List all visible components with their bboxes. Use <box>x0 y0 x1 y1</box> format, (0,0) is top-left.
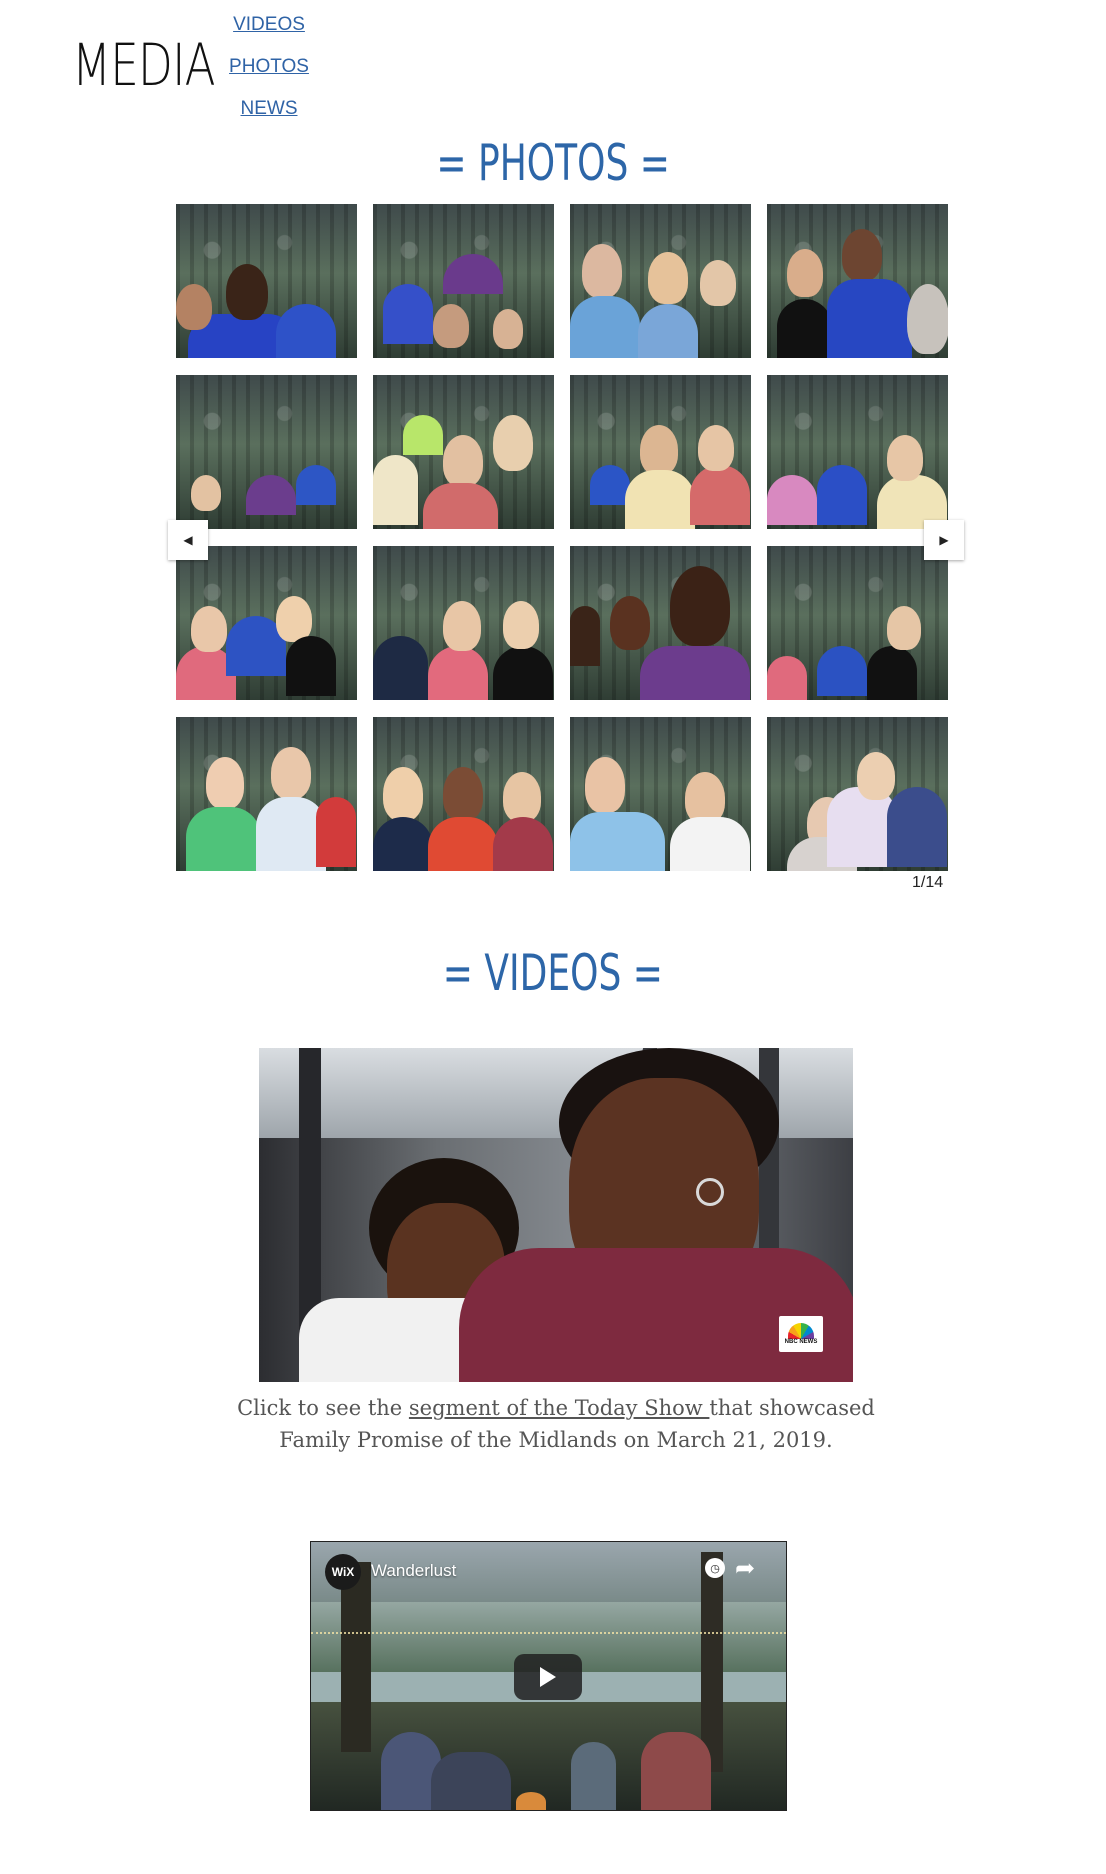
gallery-photo[interactable] <box>570 204 751 358</box>
gallery-prev-button[interactable]: ◀ <box>168 520 208 560</box>
gallery-photo[interactable] <box>570 375 751 529</box>
nav-link-videos[interactable]: VIDEOS <box>209 14 329 36</box>
photos-heading: = PHOTOS = <box>0 138 1106 188</box>
gallery-photo[interactable] <box>767 375 948 529</box>
gallery-photo[interactable] <box>176 717 357 871</box>
share-icon[interactable]: ➦ <box>735 1554 755 1583</box>
gallery-photo[interactable] <box>373 546 554 700</box>
nbc-news-badge: NBC NEWS <box>779 1316 823 1352</box>
video-title[interactable]: Wanderlust <box>371 1561 456 1581</box>
caret-right-icon: ▶ <box>939 533 949 547</box>
videos-heading-text: = VIDEOS = <box>442 944 664 1002</box>
photos-heading-text: = PHOTOS = <box>436 134 670 192</box>
gallery-photo[interactable] <box>570 717 751 871</box>
today-show-segment-link[interactable]: segment of the Today Show <box>409 1396 710 1420</box>
gallery-photo[interactable] <box>767 717 948 871</box>
gallery-photo[interactable] <box>176 375 357 529</box>
gallery-photo[interactable] <box>176 204 357 358</box>
gallery-photo[interactable] <box>570 546 751 700</box>
play-icon <box>540 1667 556 1687</box>
caret-left-icon: ◀ <box>183 533 193 547</box>
today-show-video-thumbnail[interactable]: NBC NEWS <box>259 1048 853 1382</box>
wix-logo-text: WiX <box>331 1565 355 1579</box>
clock-icon[interactable]: ◷ <box>705 1558 725 1578</box>
gallery-photo[interactable] <box>373 204 554 358</box>
nbc-news-label: NBC NEWS <box>784 1339 818 1345</box>
caption-text-before: Click to see the <box>237 1396 409 1420</box>
wix-video-player[interactable]: WiX Wanderlust ◷ ➦ <box>310 1541 787 1811</box>
today-show-caption: Click to see the segment of the Today Sh… <box>200 1392 912 1456</box>
nbc-peacock-icon <box>788 1323 814 1339</box>
nav-link-news[interactable]: NEWS <box>209 98 329 120</box>
videos-heading: = VIDEOS = <box>0 948 1106 998</box>
gallery-next-button[interactable]: ▶ <box>924 520 964 560</box>
nav-link-photos[interactable]: PHOTOS <box>209 56 329 78</box>
page-title: MEDIA <box>72 31 216 99</box>
gallery-photo[interactable] <box>373 375 554 529</box>
gallery-photo[interactable] <box>373 717 554 871</box>
gallery-photo[interactable] <box>176 546 357 700</box>
gallery-photo[interactable] <box>767 204 948 358</box>
photo-gallery: ◀ ▶ <box>168 204 964 872</box>
wix-channel-logo[interactable]: WiX <box>325 1554 361 1590</box>
gallery-photo[interactable] <box>767 546 948 700</box>
play-button[interactable] <box>514 1654 582 1700</box>
gallery-counter: 1/14 <box>912 874 944 891</box>
